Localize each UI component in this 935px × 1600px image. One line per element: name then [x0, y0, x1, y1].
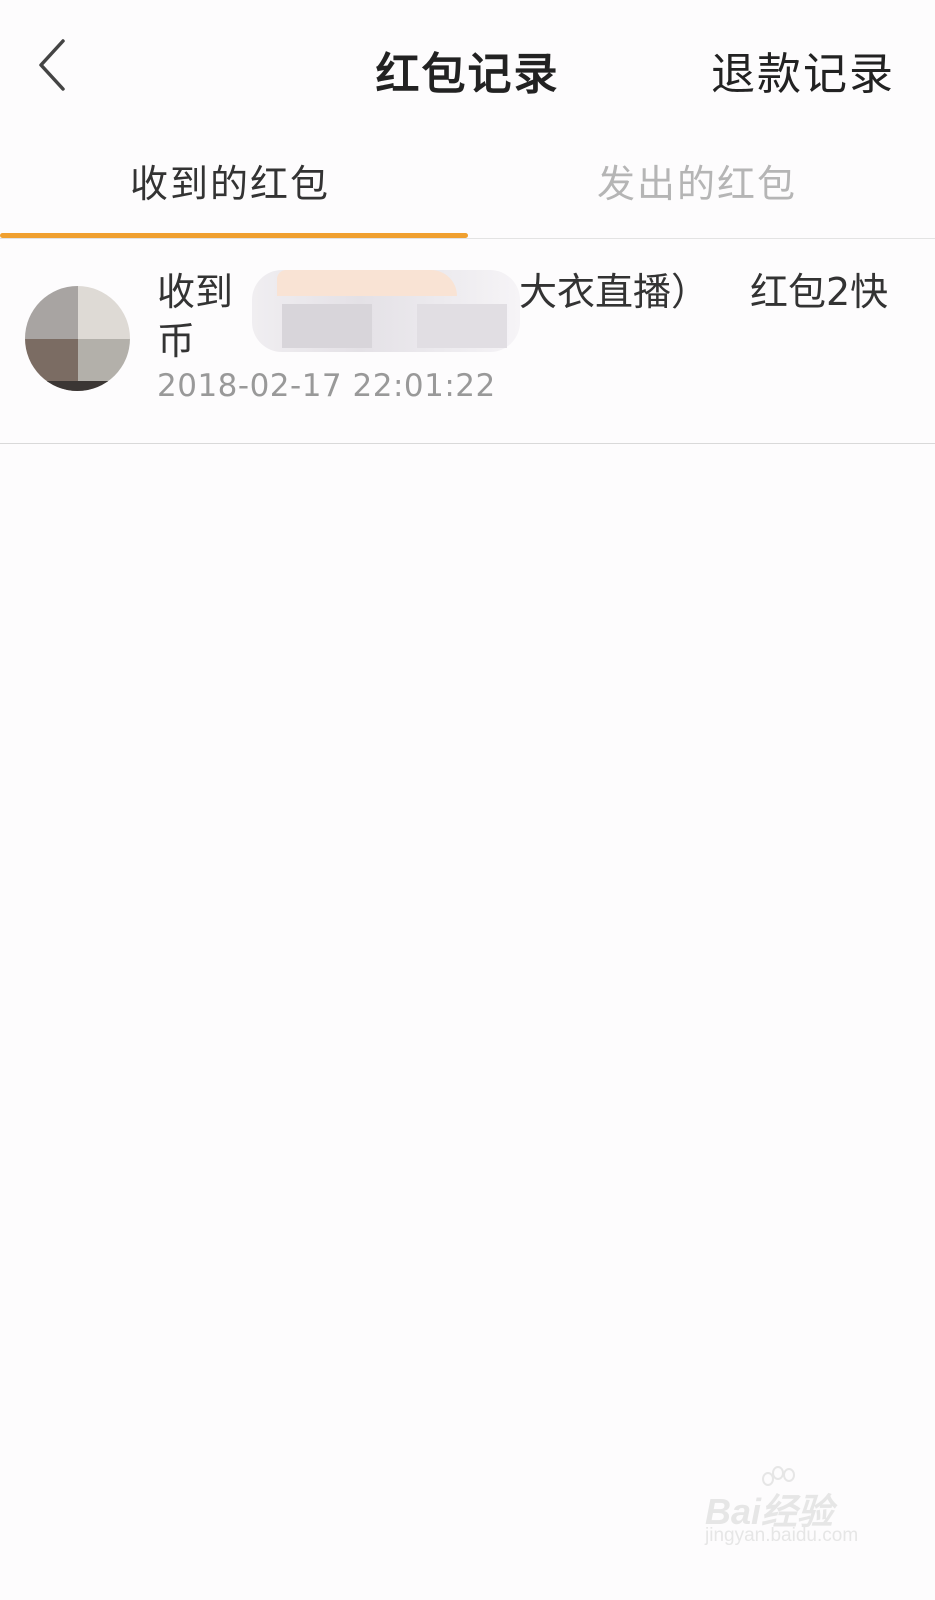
tabs-divider [0, 238, 935, 239]
tab-bar: 收到的红包 发出的红包 [0, 135, 935, 239]
avatar [25, 286, 130, 391]
red-packet-records-page: 红包记录 退款记录 收到的红包 发出的红包 收到 大衣直播） 红包2快 币 20… [0, 0, 935, 1600]
tab-sent[interactable]: 发出的红包 [597, 153, 797, 208]
record-prefix: 收到 [157, 270, 234, 314]
record-amount: 红包2快 [750, 270, 889, 314]
redacted-username [252, 270, 520, 352]
record-row[interactable]: 收到 大衣直播） 红包2快 币 2018-02-17 22:01:22 [0, 240, 935, 444]
tab-received[interactable]: 收到的红包 [130, 153, 330, 208]
baidu-jingyan-watermark: Bai经验 jingyan.baidu.com [705, 1465, 875, 1555]
record-amount-unit: 币 [157, 319, 196, 363]
record-timestamp: 2018-02-17 22:01:22 [157, 368, 496, 404]
refund-records-link[interactable]: 退款记录 [711, 38, 895, 102]
record-source: 大衣直播） [519, 270, 710, 314]
nav-bar: 红包记录 退款记录 [0, 0, 935, 130]
watermark-url: jingyan.baidu.com [705, 1525, 859, 1546]
